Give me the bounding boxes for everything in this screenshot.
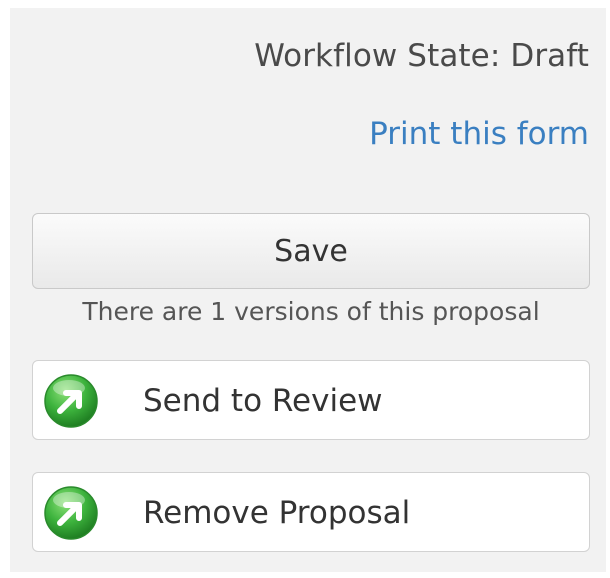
save-button[interactable]: Save <box>32 213 590 289</box>
version-count-note: There are 1 versions of this proposal <box>82 297 540 326</box>
workflow-panel: Workflow State: Draft Print this form Sa… <box>10 8 606 572</box>
green-arrow-up-right-icon <box>44 374 98 428</box>
print-form-link[interactable]: Print this form <box>369 116 589 152</box>
workflow-state-label: Workflow State: Draft <box>254 38 589 74</box>
send-to-review-button[interactable]: Send to Review <box>32 360 590 440</box>
remove-proposal-button[interactable]: Remove Proposal <box>32 472 590 552</box>
send-to-review-label: Send to Review <box>143 383 383 419</box>
remove-proposal-label: Remove Proposal <box>143 495 411 531</box>
green-arrow-up-right-icon <box>44 486 98 540</box>
